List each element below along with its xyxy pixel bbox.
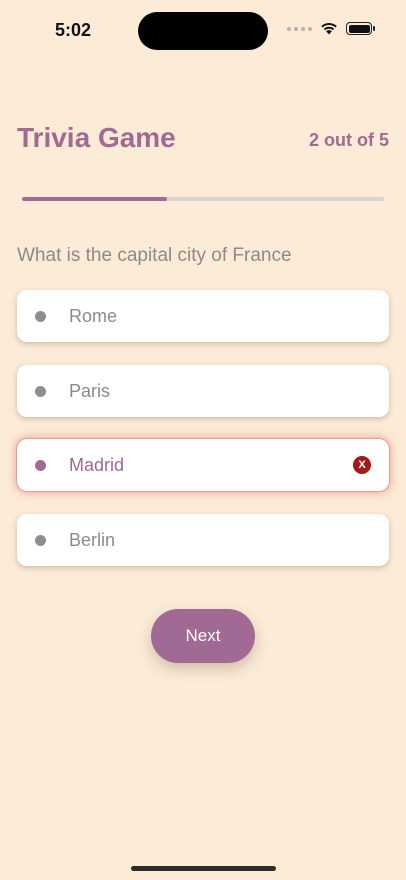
trivia-screen: 5:02 Trivia Game 2 out of 5 What is the … [0,0,406,880]
answer-label: Paris [69,380,111,401]
answer-options: Rome Paris Madrid X Berlin [17,290,389,588]
status-time: 5:02 [55,20,92,40]
dynamic-island [138,12,268,50]
bullet-icon [35,385,46,397]
bullet-icon [35,311,46,322]
answer-option-berlin[interactable]: Berlin [17,513,389,566]
progress-counter: 2 out of 5 [309,130,389,150]
answer-option-rome[interactable]: Rome [17,290,389,342]
next-button[interactable]: Next [151,609,255,663]
home-indicator[interactable] [131,866,276,871]
signal-icon [287,26,312,31]
progress-bar-fill [22,197,167,201]
answer-option-paris[interactable]: Paris [17,364,389,417]
wifi-icon [321,22,337,35]
question-text: What is the capital city of France [17,245,292,266]
progress-bar [22,197,384,201]
status-icons [287,22,375,35]
bullet-icon [35,460,46,471]
answer-label: Rome [69,306,118,326]
page-title: Trivia Game [17,122,176,153]
answer-label: Madrid [69,455,125,475]
wrong-answer-icon: X [353,456,371,474]
bullet-icon [35,534,46,546]
battery-icon [346,22,375,35]
answer-option-madrid[interactable]: Madrid X [17,439,389,491]
answer-label: Berlin [69,529,116,550]
